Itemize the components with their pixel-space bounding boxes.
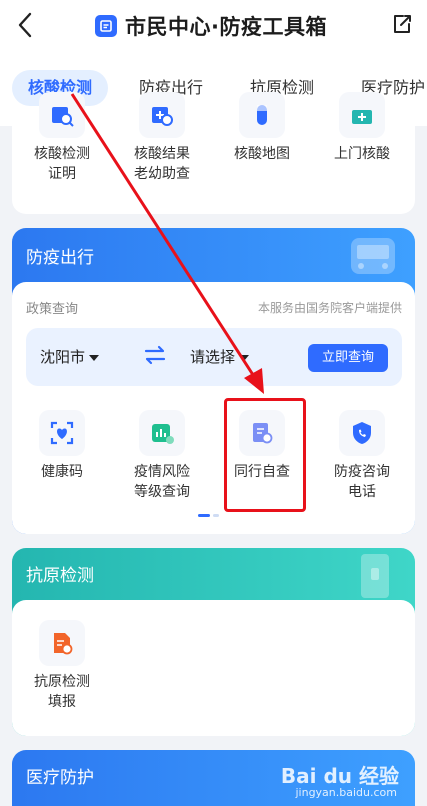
grid-item-label: 核酸检测 证明: [34, 146, 90, 182]
back-arrow-icon: [18, 12, 32, 38]
swap-button[interactable]: [144, 344, 166, 370]
policy-label: 政策查询: [26, 302, 79, 317]
grid-item-nucleic-result[interactable]: 核酸结果 老幼助查: [112, 92, 212, 184]
caret-down-icon: [89, 354, 100, 361]
certificate-search-icon: [39, 92, 85, 138]
report-form-icon: [39, 620, 85, 666]
highlight-box: [224, 398, 306, 512]
map-tube-icon: [239, 92, 285, 138]
page-title: 市民中心·防疫工具箱: [125, 15, 327, 39]
provider-note: 本服务由国务院客户端提供: [257, 301, 402, 315]
grid-item-label: 上门核酸: [334, 146, 390, 162]
city-selector[interactable]: 沈阳市: [40, 346, 100, 367]
grid-item-label: 核酸地图: [234, 146, 290, 162]
antigen-body: 抗原检测 填报: [12, 600, 415, 736]
grid-item-nucleic-home[interactable]: 上门核酸: [312, 92, 412, 164]
policy-query-bar: 沈阳市 请选择 立即查询: [26, 328, 402, 386]
grid-item-nucleic-map[interactable]: 核酸地图: [212, 92, 312, 164]
app-header: 市民中心·防疫工具箱: [0, 0, 427, 52]
antigen-section: 抗原检测 抗原检测 填报: [12, 548, 415, 736]
page-indicator: [198, 514, 219, 517]
watermark-url: jingyan.baidu.com: [295, 786, 397, 799]
app-logo-icon: [95, 15, 117, 37]
grid-item-nucleic-certificate[interactable]: 核酸检测 证明: [12, 92, 112, 184]
policy-row: 政策查询 本服务由国务院客户端提供: [26, 298, 402, 317]
caret-down-icon: [239, 354, 250, 361]
watermark-brand: Bai du 经验: [280, 764, 399, 788]
destination-selector[interactable]: 请选择: [190, 346, 250, 367]
nucleic-card: 核酸检测 证明 核酸结果 老幼助查 核酸地图 上门核酸: [12, 92, 415, 214]
query-button[interactable]: 立即查询: [307, 344, 388, 372]
bus-icon: [351, 238, 395, 274]
risk-level-icon: [139, 410, 185, 456]
grid-item-label: 核酸结果 老幼助查: [134, 146, 190, 182]
grid-item-consult-phone[interactable]: 防疫咨询 电话: [312, 410, 412, 502]
grid-item-risk-level[interactable]: 疫情风险 等级查询: [112, 410, 212, 502]
grid-item-label: 健康码: [41, 464, 83, 480]
test-kit-icon: [361, 554, 389, 598]
grid-item-label: 抗原检测 填报: [34, 674, 90, 710]
grid-item-label: 疫情风险 等级查询: [134, 464, 190, 500]
grid-item-antigen-report[interactable]: 抗原检测 填报: [12, 620, 112, 712]
indicator-dot: [213, 514, 219, 517]
travel-section: 防疫出行 政策查询 本服务由国务院客户端提供 沈阳市 请选择 立即查询 健康码: [12, 228, 415, 534]
back-button[interactable]: [14, 10, 38, 40]
home-medical-icon: [339, 92, 385, 138]
indicator-dot-active: [198, 514, 210, 517]
travel-body: 政策查询 本服务由国务院客户端提供 沈阳市 请选择 立即查询 健康码 疫情风险等…: [12, 282, 415, 534]
share-button[interactable]: [391, 12, 413, 36]
result-search-icon: [139, 92, 185, 138]
swap-arrows-icon: [144, 345, 166, 365]
health-code-icon: [39, 410, 85, 456]
phone-shield-icon: [339, 410, 385, 456]
title-group: 市民中心·防疫工具箱: [95, 12, 327, 40]
grid-item-health-code[interactable]: 健康码: [12, 410, 112, 482]
grid-item-label: 防疫咨询 电话: [334, 464, 390, 500]
share-icon: [394, 15, 411, 33]
